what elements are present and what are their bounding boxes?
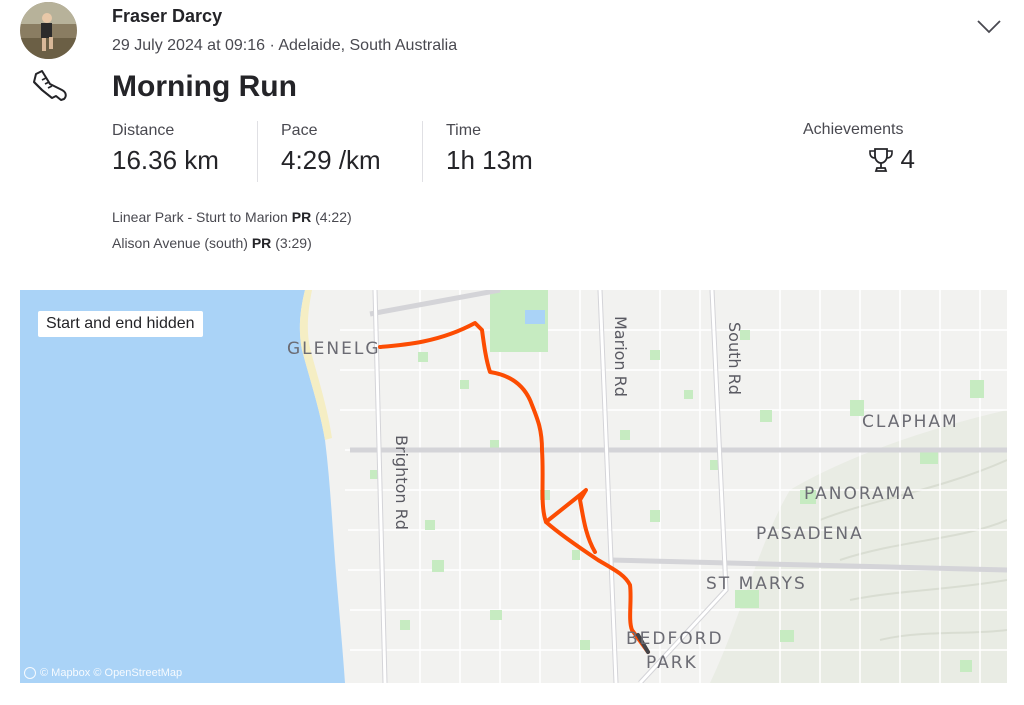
chevron-down-icon[interactable] <box>975 12 1003 40</box>
segment-time: (4:22) <box>315 209 352 225</box>
stat-value: 16.36 km <box>112 145 219 175</box>
stat-value: 4:29 /km <box>281 145 381 175</box>
segment-time: (3:29) <box>275 235 312 251</box>
achievements-count: 4 <box>900 144 915 174</box>
activity-date-location: 29 July 2024 at 09:16 · Adelaide, South … <box>112 37 458 54</box>
privacy-badge: Start and end hidden <box>38 311 203 337</box>
road-label: South Rd <box>725 322 744 395</box>
stat-label: Time <box>446 122 481 139</box>
running-shoe-icon <box>28 66 70 106</box>
athlete-avatar[interactable] <box>20 2 77 59</box>
stat-pace: Pace 4:29 /km <box>281 122 381 176</box>
segment-item[interactable]: Linear Park - Sturt to Marion PR (4:22) <box>112 209 352 225</box>
achievements[interactable]: Achievements 4 <box>803 121 915 175</box>
achievements-label: Achievements <box>803 121 904 138</box>
suburb-label: CLAPHAM <box>862 412 959 432</box>
stat-label: Distance <box>112 122 175 139</box>
stat-distance: Distance 16.36 km <box>112 122 219 176</box>
activity-title: Morning Run <box>112 70 297 103</box>
stat-divider <box>257 121 258 182</box>
map-attribution[interactable]: © Mapbox © OpenStreetMap <box>24 667 182 679</box>
suburb-label: PARK <box>646 653 698 673</box>
athlete-name[interactable]: Fraser Darcy <box>112 6 222 27</box>
mapbox-logo-icon <box>24 667 36 679</box>
road-label: Marion Rd <box>611 316 630 397</box>
segment-item[interactable]: Alison Avenue (south) PR (3:29) <box>112 235 312 251</box>
suburb-label: GLENELG <box>287 339 381 359</box>
stat-label: Pace <box>281 122 318 139</box>
segment-name: Linear Park - Sturt to Marion <box>112 209 288 225</box>
pr-badge: PR <box>291 209 312 225</box>
road-label: Brighton Rd <box>392 435 411 530</box>
attribution-text: © Mapbox © OpenStreetMap <box>40 667 183 679</box>
stat-value: 1h 13m <box>446 145 533 175</box>
stat-time: Time 1h 13m <box>446 122 533 176</box>
segment-name: Alison Avenue (south) <box>112 235 248 251</box>
suburb-label: ST MARYS <box>706 574 807 594</box>
stat-divider <box>422 121 423 182</box>
pr-badge: PR <box>251 235 272 251</box>
trophy-icon <box>868 147 893 172</box>
suburb-label: BEDFORD <box>626 629 724 649</box>
route-map[interactable]: GLENELG CLAPHAM PANORAMA PASADENA ST MAR… <box>20 290 1007 683</box>
suburb-label: PANORAMA <box>804 484 916 504</box>
suburb-label: PASADENA <box>756 524 864 544</box>
